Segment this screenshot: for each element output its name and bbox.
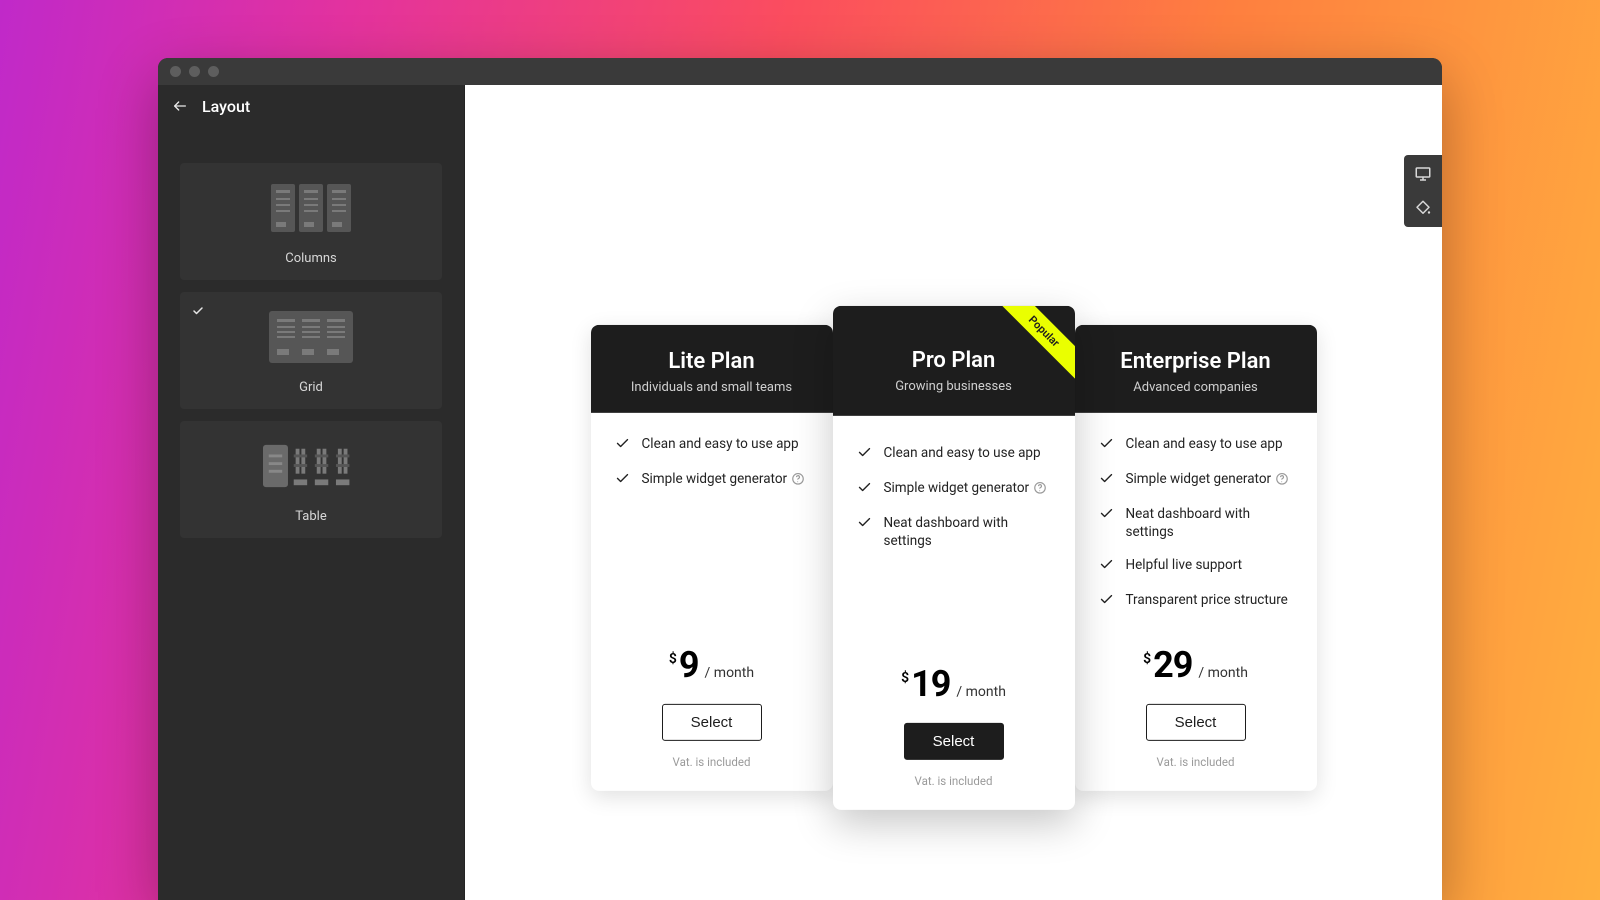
plan-card-pro: Popular Pro Plan Growing businesses Clea… [833,306,1075,810]
plan-subtitle: Advanced companies [1087,380,1305,395]
layout-option-label: Grid [299,380,323,395]
feature-text: Clean and easy to use app [884,444,1041,462]
desktop-preview-icon[interactable] [1414,165,1432,183]
price-period: / month [956,684,1006,700]
feature-text: Simple widget generator [642,470,806,488]
back-arrow-icon[interactable] [172,98,188,114]
plan-header: Enterprise Plan Advanced companies [1075,325,1317,413]
check-icon [857,480,872,500]
plan-footer: $ 29 / month Select Vat. is included [1075,634,1317,791]
plan-card-lite: Lite Plan Individuals and small teams Cl… [591,325,833,791]
app-body: Layout [158,85,1442,900]
layout-option-table[interactable]: Table [180,421,442,538]
traffic-light-minimize[interactable] [189,66,200,77]
traffic-light-close[interactable] [170,66,181,77]
check-icon [857,515,872,535]
help-icon[interactable] [791,472,805,486]
feature-text: Simple widget generator [884,479,1048,497]
check-icon [857,445,872,465]
feature-row: Simple widget generator [1099,470,1293,491]
plan-card-enterprise: Enterprise Plan Advanced companies Clean… [1075,325,1317,791]
plan-features: Clean and easy to use app Simple widget … [1075,413,1317,634]
layout-option-label: Table [295,509,326,524]
paint-bucket-icon[interactable] [1414,199,1432,217]
side-toolbar [1404,155,1442,227]
feature-row: Transparent price structure [1099,591,1293,612]
price-period: / month [705,665,755,681]
vat-note: Vat. is included [1099,755,1293,769]
select-plan-button[interactable]: Select [1146,704,1246,741]
grid-thumb-icon [263,310,359,364]
feature-row: Clean and easy to use app [615,435,809,456]
price-amount: 9 [679,644,699,686]
feature-row: Clean and easy to use app [1099,435,1293,456]
price-row: $ 19 / month [857,663,1051,705]
check-icon [1099,556,1114,576]
vat-note: Vat. is included [857,774,1051,788]
currency-symbol: $ [669,651,677,667]
app-window: Layout [158,58,1442,900]
check-icon [615,436,630,456]
price-amount: 19 [911,663,950,705]
plan-title: Lite Plan [603,349,821,374]
price-row: $ 29 / month [1099,644,1293,686]
layout-options: Columns [158,127,464,538]
canvas: Lite Plan Individuals and small teams Cl… [465,85,1442,900]
traffic-light-zoom[interactable] [208,66,219,77]
feature-text: Clean and easy to use app [1126,435,1283,453]
feature-row: Clean and easy to use app [857,444,1051,465]
columns-thumb-icon [263,181,359,235]
sidebar-header: Layout [158,85,464,127]
feature-text: Transparent price structure [1126,591,1288,609]
plan-header: Lite Plan Individuals and small teams [591,325,833,413]
feature-row: Simple widget generator [857,479,1051,500]
help-icon[interactable] [1033,481,1047,495]
feature-row: Neat dashboard with settings [1099,505,1293,541]
feature-row: Simple widget generator [615,470,809,491]
table-thumb-icon [263,439,359,493]
feature-text: Neat dashboard with settings [884,514,1051,550]
select-plan-button[interactable]: Select [662,704,762,741]
currency-symbol: $ [901,670,909,686]
plan-subtitle: Individuals and small teams [603,380,821,395]
popular-badge: Popular [989,306,1074,386]
sidebar-title: Layout [202,97,250,116]
feature-row: Helpful live support [1099,555,1293,576]
check-icon [1099,471,1114,491]
sidebar: Layout [158,85,465,900]
layout-option-grid[interactable]: Grid [180,292,442,409]
plan-features: Clean and easy to use app Simple widget … [591,413,833,634]
price-amount: 29 [1153,644,1192,686]
window-titlebar [158,58,1442,85]
plan-title: Pro Plan [845,348,1063,373]
feature-text: Helpful live support [1126,555,1243,573]
help-icon[interactable] [1275,472,1289,486]
plan-footer: $ 9 / month Select Vat. is included [591,634,833,791]
price-period: / month [1198,665,1248,681]
layout-option-columns[interactable]: Columns [180,163,442,280]
select-plan-button[interactable]: Select [904,723,1004,760]
pricing-grid: Lite Plan Individuals and small teams Cl… [591,306,1317,810]
plan-features: Clean and easy to use app Simple widget … [833,416,1075,635]
check-icon [1099,592,1114,612]
plan-footer: $ 19 / month Select Vat. is included [833,635,1075,810]
feature-text: Neat dashboard with settings [1126,505,1293,541]
plan-title: Enterprise Plan [1087,349,1305,374]
feature-row: Neat dashboard with settings [857,514,1051,550]
check-icon [615,471,630,491]
layout-option-label: Columns [285,251,337,266]
plan-header: Popular Pro Plan Growing businesses [833,306,1075,416]
feature-text: Clean and easy to use app [642,435,799,453]
plan-subtitle: Growing businesses [845,379,1063,394]
check-icon [1099,436,1114,456]
currency-symbol: $ [1143,651,1151,667]
check-icon [1099,506,1114,526]
price-row: $ 9 / month [615,644,809,686]
vat-note: Vat. is included [615,755,809,769]
check-icon [192,302,204,321]
feature-text: Simple widget generator [1126,470,1290,488]
